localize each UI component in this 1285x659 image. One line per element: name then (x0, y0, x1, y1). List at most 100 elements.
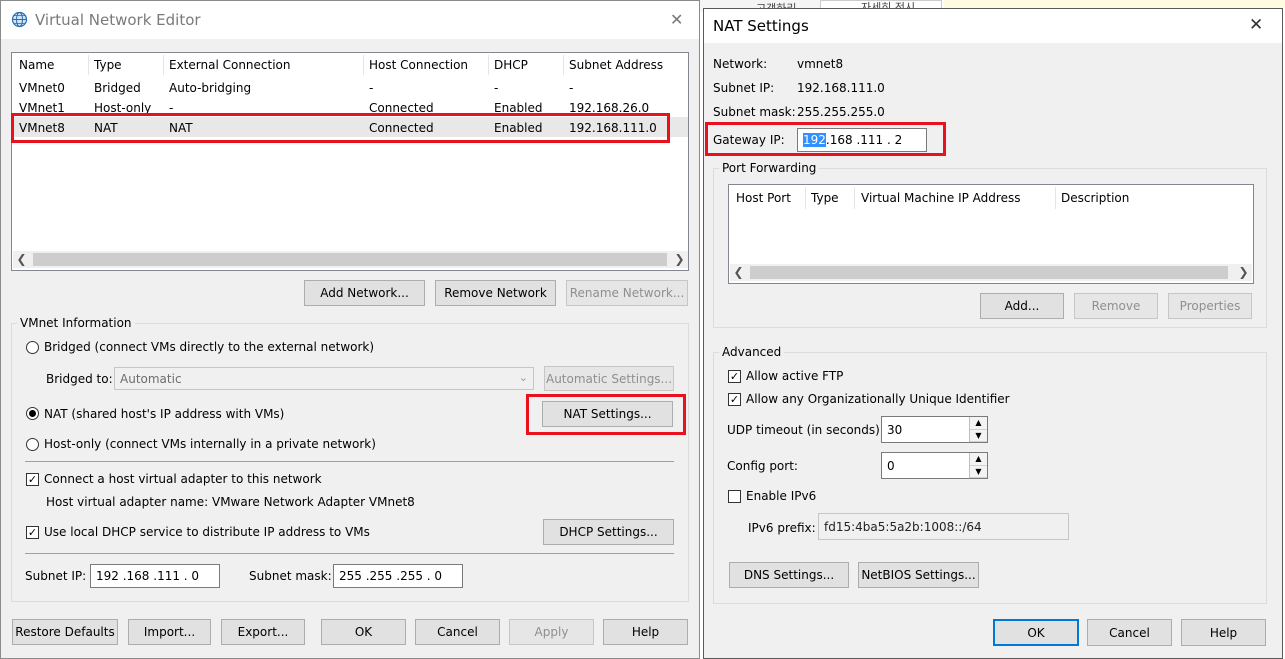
enable-ipv6-checkbox[interactable] (728, 490, 741, 503)
spin-down-icon[interactable]: ▼ (970, 429, 987, 442)
scroll-right-icon[interactable]: ❯ (1235, 264, 1252, 281)
restore-defaults-button[interactable]: Restore Defaults (12, 619, 118, 645)
udp-timeout-spinner[interactable]: ▲ ▼ (969, 417, 987, 442)
column-header[interactable]: Host Connection (369, 58, 468, 72)
column-header[interactable]: Host Port (736, 191, 791, 205)
table-cell[interactable]: - (569, 81, 573, 95)
subnet-mask-label: Subnet mask: (249, 569, 332, 583)
horizontal-scrollbar[interactable]: ❮ ❯ (13, 251, 688, 268)
udp-timeout-field[interactable]: 30 ▲ ▼ (881, 416, 988, 443)
scroll-left-icon[interactable]: ❮ (730, 264, 747, 281)
config-port-field[interactable]: 0 ▲ ▼ (881, 452, 988, 479)
remove-network-button[interactable]: Remove Network (435, 280, 556, 306)
hostonly-label[interactable]: Host-only (connect VMs internally in a p… (44, 437, 376, 451)
add-port-button[interactable]: Add... (980, 293, 1064, 319)
config-port-spinner[interactable]: ▲ ▼ (969, 453, 987, 478)
remove-port-button[interactable]: Remove (1074, 293, 1158, 319)
dns-settings-button[interactable]: DNS Settings... (729, 562, 849, 588)
port-forwarding-list[interactable]: Host Port Type Virtual Machine IP Addres… (728, 184, 1254, 284)
column-header[interactable]: Type (94, 58, 122, 72)
table-cell[interactable]: Auto-bridging (169, 81, 251, 95)
dhcp-settings-button[interactable]: DHCP Settings... (543, 519, 674, 545)
automatic-settings-button[interactable]: Automatic Settings... (544, 366, 674, 391)
close-icon[interactable]: ✕ (670, 10, 683, 29)
connect-adapter-label[interactable]: Connect a host virtual adapter to this n… (44, 472, 322, 486)
highlight-box-vmnet8 (11, 113, 670, 143)
bridged-radio[interactable] (26, 341, 39, 354)
network-list[interactable]: Name Type External Connection Host Conne… (11, 52, 689, 271)
nat-ok-button[interactable]: OK (993, 619, 1079, 646)
column-header[interactable]: Subnet Address (569, 58, 663, 72)
column-header[interactable]: DHCP (494, 58, 528, 72)
table-cell[interactable]: - (494, 81, 498, 95)
nat-cancel-button[interactable]: Cancel (1087, 619, 1172, 646)
highlight-box-nat-settings (526, 394, 686, 435)
column-header[interactable]: Description (1061, 191, 1129, 205)
virtual-network-editor-window: Virtual Network Editor ✕ Name Type Exter… (0, 0, 700, 659)
vmnet-information-group (11, 323, 689, 602)
port-forwarding-label: Port Forwarding (719, 161, 820, 175)
bridged-to-value: Automatic (120, 371, 182, 386)
vne-cancel-button[interactable]: Cancel (415, 619, 500, 645)
add-network-button[interactable]: Add Network... (304, 280, 425, 306)
vne-help-button[interactable]: Help (603, 619, 688, 645)
import-button[interactable]: Import... (128, 619, 211, 645)
column-header[interactable]: Name (19, 58, 54, 72)
table-cell[interactable]: - (369, 81, 373, 95)
subnet-ip-field[interactable]: 192 .168 .111 . 0 (90, 564, 220, 588)
nat-help-button[interactable]: Help (1181, 619, 1266, 646)
udp-timeout-label: UDP timeout (in seconds): (727, 423, 884, 437)
table-cell[interactable]: VMnet0 (19, 81, 65, 95)
advanced-label: Advanced (719, 345, 785, 359)
spin-up-icon[interactable]: ▲ (970, 453, 987, 466)
dhcp-checkbox[interactable]: ✓ (26, 526, 39, 539)
allow-oui-checkbox[interactable]: ✓ (728, 393, 741, 406)
spin-down-icon[interactable]: ▼ (970, 465, 987, 478)
divider (25, 461, 674, 462)
network-label: Network: (713, 57, 768, 71)
spin-up-icon[interactable]: ▲ (970, 417, 987, 430)
subnet-mask-value: 255.255.255.0 (797, 105, 885, 119)
bridged-label[interactable]: Bridged (connect VMs directly to the ext… (44, 340, 374, 354)
allow-ftp-checkbox[interactable]: ✓ (728, 370, 741, 383)
netbios-settings-button[interactable]: NetBIOS Settings... (858, 562, 979, 588)
chevron-down-icon: ⌄ (518, 371, 528, 384)
background-yellow (944, 0, 1285, 8)
highlight-box-gateway (705, 122, 946, 156)
subnet-ip-label: Subnet IP: (713, 81, 775, 95)
export-button[interactable]: Export... (221, 619, 305, 645)
hostonly-radio[interactable] (26, 438, 39, 451)
scroll-right-icon[interactable]: ❯ (671, 251, 688, 268)
column-header[interactable]: Type (811, 191, 839, 205)
vne-titlebar: Virtual Network Editor ✕ (1, 1, 699, 39)
allow-oui-label[interactable]: Allow any Organizationally Unique Identi… (746, 392, 1010, 406)
network-value: vmnet8 (797, 57, 844, 71)
nat-radio[interactable] (26, 407, 39, 420)
properties-button[interactable]: Properties (1168, 293, 1252, 319)
nat-settings-window: NAT Settings ✕ Network: vmnet8 Subnet IP… (703, 8, 1283, 659)
vmnet-information-label: VMnet Information (17, 316, 135, 330)
rename-network-button[interactable]: Rename Network... (566, 280, 688, 306)
ipv6-prefix-field[interactable]: fd15:4ba5:5a2b:1008::/64 (818, 513, 1069, 540)
connect-adapter-checkbox[interactable]: ✓ (26, 473, 39, 486)
config-port-label: Config port: (727, 459, 798, 473)
dhcp-label[interactable]: Use local DHCP service to distribute IP … (44, 525, 370, 539)
adapter-name-text: Host virtual adapter name: VMware Networ… (46, 495, 415, 509)
nat-label[interactable]: NAT (shared host's IP address with VMs) (44, 407, 284, 421)
column-header[interactable]: External Connection (169, 58, 291, 72)
close-icon[interactable]: ✕ (1249, 15, 1263, 35)
udp-timeout-value: 30 (887, 422, 903, 437)
column-header[interactable]: Virtual Machine IP Address (861, 191, 1020, 205)
horizontal-scrollbar[interactable]: ❮ ❯ (730, 264, 1252, 281)
table-cell[interactable]: Bridged (94, 81, 141, 95)
apply-button[interactable]: Apply (509, 619, 594, 645)
enable-ipv6-label[interactable]: Enable IPv6 (746, 489, 816, 503)
subnet-ip-label: Subnet IP: (25, 569, 87, 583)
subnet-mask-field[interactable]: 255 .255 .255 . 0 (333, 564, 463, 588)
allow-ftp-label[interactable]: Allow active FTP (746, 369, 843, 383)
vne-ok-button[interactable]: OK (321, 619, 406, 645)
scroll-left-icon[interactable]: ❮ (13, 251, 30, 268)
subnet-mask-label: Subnet mask: (713, 105, 796, 119)
globe-icon (11, 11, 28, 28)
bridged-to-select[interactable]: Automatic ⌄ (114, 367, 534, 390)
